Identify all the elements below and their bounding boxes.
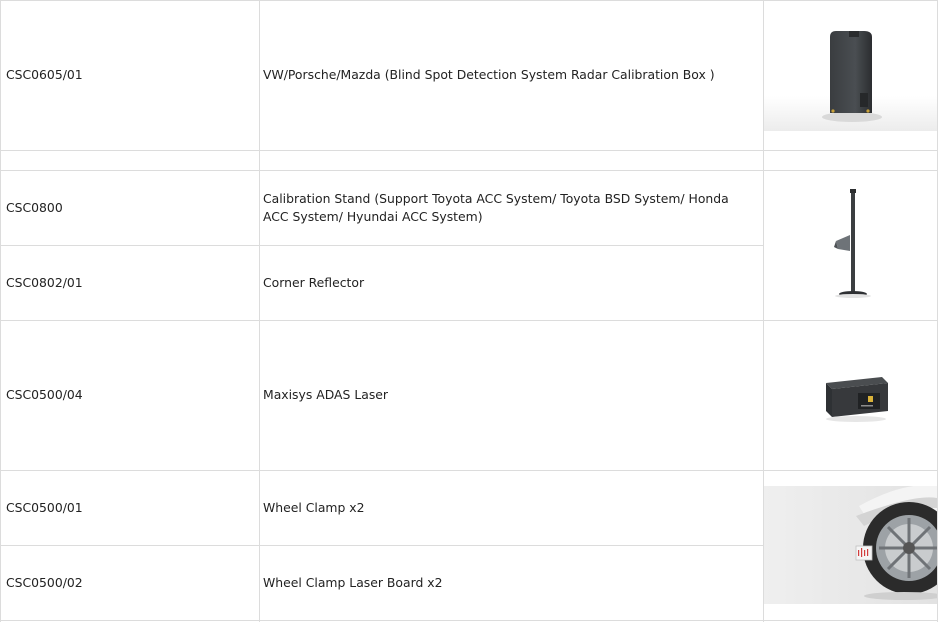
row-divider <box>0 620 938 621</box>
part-description: Wheel Clamp x2 <box>263 499 365 515</box>
table-row-code: CSC0802/01 <box>6 245 256 320</box>
product-table: CSC0605/01 VW/Porsche/Mazda (Blind Spot … <box>0 0 940 622</box>
table-row-description: Wheel Clamp Laser Board x2 <box>263 545 753 620</box>
table-row-code: CSC0605/01 <box>6 0 256 150</box>
table-row-code: CSC0500/02 <box>6 545 256 620</box>
table-row-description: Maxisys ADAS Laser <box>263 320 753 470</box>
part-description: Corner Reflector <box>263 274 365 290</box>
table-row-code: CSC0800 <box>6 170 256 245</box>
table-row-description: Calibration Stand (Support Toyota ACC Sy… <box>263 170 743 245</box>
calibration-stand-image <box>764 171 937 320</box>
table-row-code: CSC0500/04 <box>6 320 256 470</box>
part-number: CSC0605/01 <box>6 67 83 82</box>
table-row-code: CSC0500/01 <box>6 470 256 545</box>
part-description: Wheel Clamp Laser Board x2 <box>263 574 443 590</box>
part-description: Calibration Stand (Support Toyota ACC Sy… <box>263 190 729 224</box>
part-number: CSC0500/01 <box>6 499 83 515</box>
column-divider <box>937 0 938 622</box>
column-divider <box>0 0 1 622</box>
table-row-description: Wheel Clamp x2 <box>263 470 753 545</box>
row-divider <box>0 150 938 151</box>
table-row-description: Corner Reflector <box>263 245 753 320</box>
part-number: CSC0500/02 <box>6 574 83 590</box>
radar-calibration-box-image <box>764 1 937 150</box>
table-row-description: VW/Porsche/Mazda (Blind Spot Detection S… <box>263 0 753 150</box>
adas-laser-box-image <box>764 321 937 470</box>
part-description: Maxisys ADAS Laser <box>263 387 388 402</box>
part-description: VW/Porsche/Mazda (Blind Spot Detection S… <box>263 67 715 82</box>
part-number: CSC0800 <box>6 199 63 215</box>
part-number: CSC0500/04 <box>6 387 83 402</box>
column-divider <box>259 0 260 622</box>
part-number: CSC0802/01 <box>6 274 83 290</box>
wheel-clamp-photo <box>764 485 940 604</box>
